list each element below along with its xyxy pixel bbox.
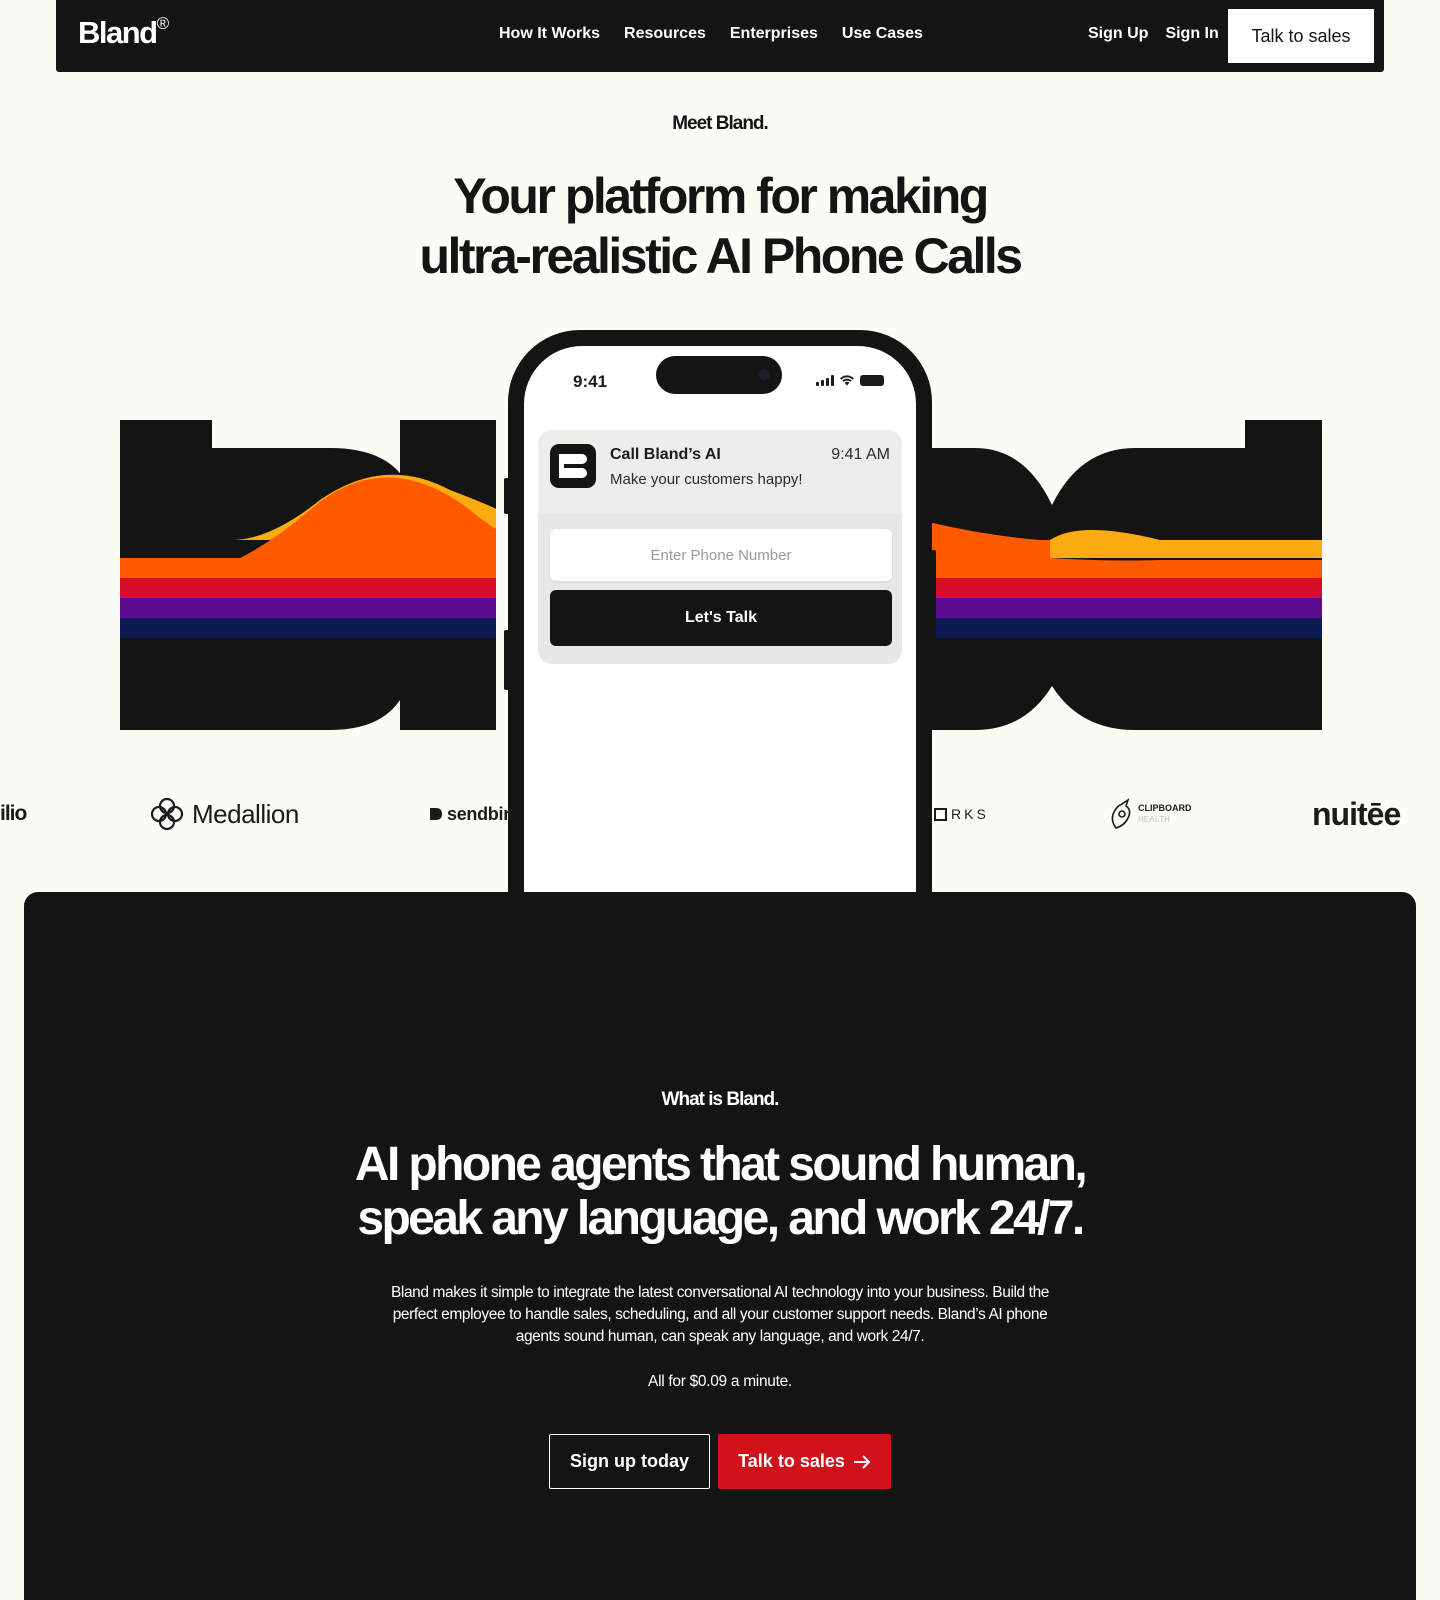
status-icons bbox=[816, 368, 884, 386]
customer-logos-strip: ilio Medallion sendbir RKS CLIPBOARD HEA… bbox=[0, 790, 1440, 838]
auth-links: Sign Up Sign In bbox=[1088, 25, 1219, 43]
dynamic-island bbox=[656, 356, 782, 394]
about-body: Bland makes it simple to integrate the l… bbox=[390, 1284, 1050, 1345]
arrow-right-icon bbox=[853, 1454, 871, 1469]
talk-to-sales-label: Talk to sales bbox=[738, 1451, 845, 1471]
status-time: 9:41 bbox=[573, 372, 608, 391]
phone-number-input[interactable] bbox=[550, 529, 892, 581]
hero-eyebrow: Meet Bland. bbox=[672, 113, 769, 134]
bland-app-icon bbox=[550, 444, 596, 488]
notification-header: Call Bland’s AI 9:41 AM Make your custom… bbox=[538, 430, 902, 514]
sign-up-link[interactable]: Sign Up bbox=[1088, 25, 1148, 43]
what-is-bland-section bbox=[24, 892, 1416, 1600]
hero-title: Your platform for making ultra-realistic … bbox=[419, 168, 1023, 284]
pricing-note: All for $0.09 a minute. bbox=[648, 1373, 792, 1390]
logo-clipboard-health: CLIPBOARD HEALTH bbox=[1108, 790, 1192, 838]
nav-link-resources[interactable]: Resources bbox=[624, 25, 706, 43]
logo-nuitee: nuitēe bbox=[1312, 795, 1401, 832]
sendbird-logo-icon bbox=[430, 808, 442, 820]
talk-to-sales-button[interactable]: Talk to sales bbox=[718, 1434, 891, 1489]
clipboard-health-logo-icon bbox=[1111, 798, 1131, 829]
logo-partial-left: ilio bbox=[0, 802, 27, 825]
wifi-icon bbox=[840, 375, 854, 386]
notification-time: 9:41 AM bbox=[831, 446, 890, 463]
notification-card: Call Bland’s AI 9:41 AM Make your custom… bbox=[538, 430, 902, 664]
logo-sendbird: sendbir bbox=[428, 790, 510, 838]
nav-link-enterprises[interactable]: Enterprises bbox=[730, 25, 818, 43]
nav-link-how-it-works[interactable]: How It Works bbox=[499, 25, 600, 43]
top-navbar: Bland® How It Works Resources Enterprise… bbox=[56, 0, 1384, 72]
notification-title: Call Bland’s AI bbox=[610, 446, 721, 463]
notification-message: Make your customers happy! bbox=[610, 471, 803, 488]
signal-icon bbox=[816, 375, 834, 386]
primary-nav: How It Works Resources Enterprises Use C… bbox=[499, 25, 923, 43]
phone-side-button bbox=[504, 630, 509, 690]
phone-side-button bbox=[931, 550, 936, 638]
sign-in-link[interactable]: Sign In bbox=[1165, 25, 1218, 43]
lets-talk-button[interactable]: Let's Talk bbox=[550, 590, 892, 646]
nav-link-use-cases[interactable]: Use Cases bbox=[842, 25, 923, 43]
logo-medallion: Medallion bbox=[150, 790, 299, 838]
logo-square-icon bbox=[934, 807, 947, 821]
about-eyebrow: What is Bland. bbox=[661, 1089, 780, 1110]
medallion-logo-icon bbox=[150, 797, 184, 831]
phone-side-button bbox=[504, 478, 509, 514]
logo-partial-works: RKS bbox=[934, 790, 989, 838]
sign-up-today-button[interactable]: Sign up today bbox=[549, 1434, 710, 1489]
about-title: AI phone agents that sound human, speak a… bbox=[354, 1138, 1088, 1245]
talk-to-sales-nav-button[interactable]: Talk to sales bbox=[1228, 9, 1374, 63]
battery-icon bbox=[860, 375, 884, 386]
bland-logo[interactable]: Bland® bbox=[78, 14, 169, 51]
